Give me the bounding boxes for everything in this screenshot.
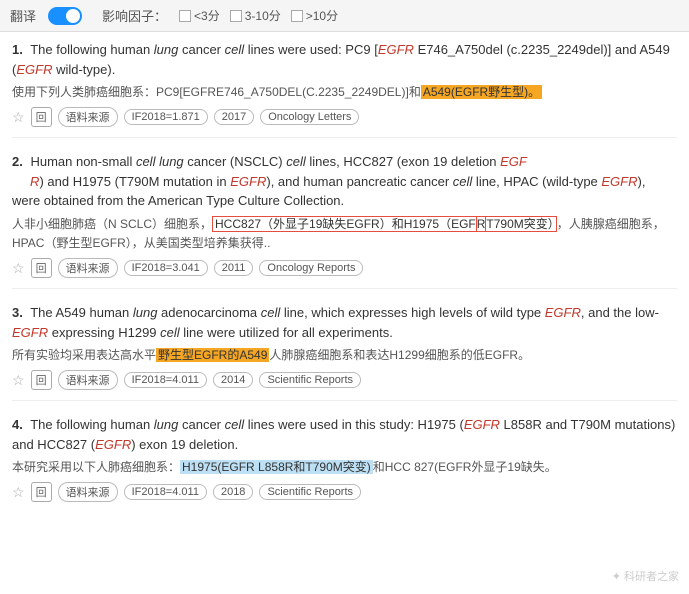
year-badge-4: 2018 [213,484,253,500]
result-3-text-zh: 所有实验均采用表达高水平野生型EGFR的A549人肺腺癌细胞系和表达H1299细… [12,346,677,365]
egfr-2b: EGFR [230,174,266,189]
translate-label: 翻译 [10,6,36,25]
egfr-1a: EGFR [378,42,414,57]
if-badge-4: IF2018=4.011 [124,484,207,500]
result-3-meta: ☆ 回 语料来源 IF2018=4.011 2014 Scientific Re… [12,370,677,390]
egfr-2a: EGF R [12,154,527,189]
impact-options: <3分 3-10分 >10分 [179,7,338,24]
zh-highlight-2: HCC827（外显子19缺失EGFR）和H1975（EGFRT790M突变） [212,216,557,232]
result-2-number: 2. [12,154,23,169]
result-4-text-en: 4. The following human lung cancer cell … [12,415,677,454]
source-badge-1[interactable]: 语料来源 [58,107,118,127]
top-bar: 翻译 影响因子： <3分 3-10分 >10分 [0,0,689,32]
star-1[interactable]: ☆ [12,109,25,126]
star-3[interactable]: ☆ [12,372,25,389]
egfr-2c: EGFR [601,174,637,189]
zh-highlight-4: H1975(EGFR L858R和T790M突变) [180,460,373,474]
cite-3[interactable]: 回 [31,370,52,390]
star-4[interactable]: ☆ [12,484,25,501]
result-item-2: 2. Human non-small cell lung cancer (NSC… [12,152,677,289]
result-4-text-zh: 本研究采用以下人肺癌细胞系：H1975(EGFR L858R和T790M突变)和… [12,458,677,477]
translate-toggle[interactable] [48,7,82,25]
checkbox-low[interactable] [179,10,191,22]
cell-lung-2: cell lung [136,154,184,169]
result-2-text-en: 2. Human non-small cell lung cancer (NSC… [12,152,677,211]
egfr-3b: EGFR [12,325,48,340]
result-1-number: 1. [12,42,23,57]
checkbox-mid[interactable] [230,10,242,22]
zh-highlight-1: A549(EGFR野生型)。 [421,85,542,99]
result-3-text-en: 3. The A549 human lung adenocarcinoma ce… [12,303,677,342]
year-badge-2: 2011 [214,260,254,276]
cell-3: cell [261,305,281,320]
if-badge-2: IF2018=3.041 [124,260,208,276]
journal-badge-2: Oncology Reports [259,260,363,276]
journal-badge-3: Scientific Reports [259,372,361,388]
cell-3b: cell [160,325,180,340]
result-item-4: 4. The following human lung cancer cell … [12,415,677,512]
result-3-number: 3. [12,305,23,320]
result-1-text-zh: 使用下列人类肺癌细胞系：PC9[EGFRE746_A750DEL(C.2235_… [12,83,677,102]
toggle-knob [66,9,80,23]
cell-2b: cell [453,174,473,189]
source-badge-4[interactable]: 语料来源 [58,482,118,502]
source-badge-3[interactable]: 语料来源 [58,370,118,390]
impact-mid-label: 3-10分 [245,7,281,24]
journal-badge-4: Scientific Reports [259,484,361,500]
cite-4[interactable]: 回 [31,482,52,502]
egfr-1b: EGFR [16,62,52,77]
impact-option-low[interactable]: <3分 [179,7,220,24]
cell-4: cell [225,417,245,432]
cite-1[interactable]: 回 [31,107,52,127]
impact-option-high[interactable]: >10分 [291,7,338,24]
result-4-number: 4. [12,417,23,432]
result-1-meta: ☆ 回 语料来源 IF2018=1.871 2017 Oncology Lett… [12,107,677,127]
journal-badge-1: Oncology Letters [260,109,359,125]
zh-highlight-3: 野生型EGFR的A549 [156,348,269,362]
egfr-4b: EGFR [95,437,131,452]
result-2-text-zh: 人非小细胞肺癌（N SCLC）细胞系，HCC827（外显子19缺失EGFR）和H… [12,215,677,253]
main-content: 1. The following human lung cancer cell … [0,32,689,534]
cite-2[interactable]: 回 [31,258,52,278]
impact-option-mid[interactable]: 3-10分 [230,7,281,24]
checkbox-high[interactable] [291,10,303,22]
star-2[interactable]: ☆ [12,260,25,277]
impact-high-label: >10分 [306,7,338,24]
cell-1: cell [225,42,245,57]
impact-label: 影响因子： [102,6,167,25]
lung-4: lung [154,417,179,432]
result-1-text-en: 1. The following human lung cancer cell … [12,40,677,79]
if-badge-1: IF2018=1.871 [124,109,208,125]
cell-2: cell [286,154,306,169]
lung-3: lung [133,305,158,320]
if-badge-3: IF2018=4.011 [124,372,207,388]
egfr-3a: EGFR [545,305,581,320]
impact-low-label: <3分 [194,7,220,24]
source-badge-2[interactable]: 语料来源 [58,258,118,278]
result-4-meta: ☆ 回 语料来源 IF2018=4.011 2018 Scientific Re… [12,482,677,502]
year-badge-3: 2014 [213,372,253,388]
watermark: ✦ 科研者之家 [612,568,679,584]
result-item-3: 3. The A549 human lung adenocarcinoma ce… [12,303,677,401]
egfr-4a: EGFR [464,417,500,432]
result-item-1: 1. The following human lung cancer cell … [12,40,677,138]
year-badge-1: 2017 [214,109,254,125]
result-2-meta: ☆ 回 语料来源 IF2018=3.041 2011 Oncology Repo… [12,258,677,278]
lung-1: lung [154,42,179,57]
